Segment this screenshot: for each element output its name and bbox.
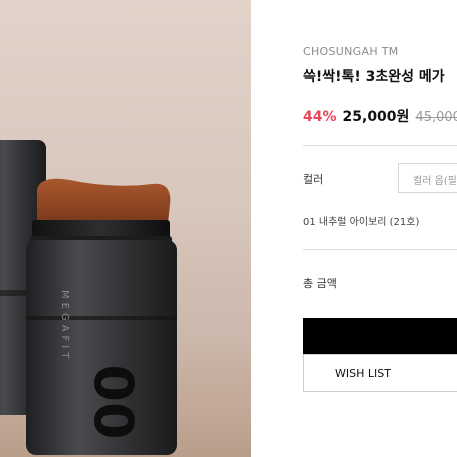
- color-option-select[interactable]: 컬러 옵(필: [398, 163, 457, 193]
- divider: [303, 145, 457, 146]
- product-image: MEGAFIT 00: [0, 0, 251, 457]
- original-price: 45,000: [415, 110, 457, 125]
- package-number-text: 00: [82, 364, 145, 439]
- divider: [303, 249, 457, 250]
- price-row: 44% 25,000원 45,000: [303, 106, 457, 126]
- color-option-label: 컬러: [303, 173, 324, 186]
- svg-text:00: 00: [82, 364, 145, 439]
- buy-now-button[interactable]: [303, 318, 457, 354]
- wish-list-button[interactable]: WISH LIST: [303, 354, 457, 392]
- sale-price: 25,000원: [342, 109, 410, 125]
- package-brand-text: MEGAFIT: [59, 290, 70, 362]
- svg-text:MEGAFIT: MEGAFIT: [59, 290, 70, 362]
- discount-rate: 44%: [303, 109, 337, 125]
- selected-option-item: 01 내추럴 아이보리 (21호): [303, 217, 420, 228]
- brand-name[interactable]: CHOSUNGAH TM: [303, 45, 399, 58]
- foundation-stick-illustration: MEGAFIT 00: [0, 140, 177, 455]
- wish-list-label: WISH LIST: [335, 367, 391, 380]
- product-info-panel: CHOSUNGAH TM 쓱!싹!톡! 3초완성 메가 44% 25,000원 45…: [303, 0, 457, 457]
- product-title: 쓱!싹!톡! 3초완성 메가: [303, 69, 445, 85]
- total-price-label: 총 금액: [303, 277, 337, 290]
